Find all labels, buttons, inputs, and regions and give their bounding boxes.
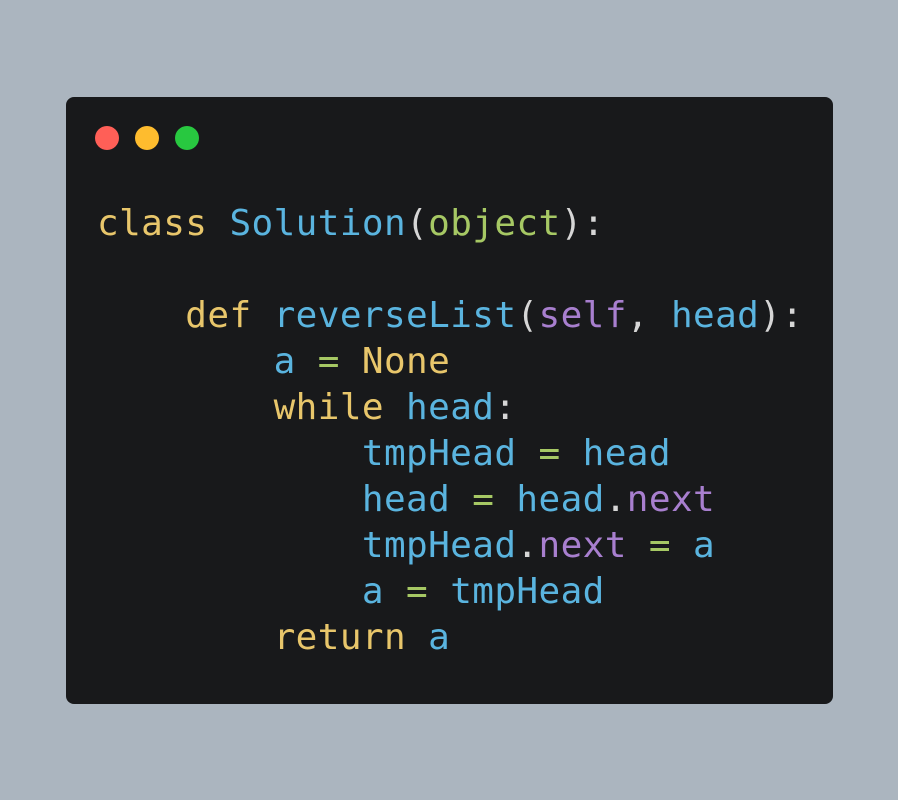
code-token-name: tmpHead [450,571,605,612]
code-line: class Solution(object): [97,201,803,247]
code-token-name: head [582,433,671,474]
code-token-punct: ): [560,203,605,244]
code-token-name: head [406,387,495,428]
code-line: head = head.next [97,477,803,523]
code-token-punct: , [626,295,671,336]
code-token-punct [340,341,362,382]
close-dot[interactable] [95,126,119,150]
code-token-name: a [693,525,716,566]
code-token-attr: next [626,479,716,520]
code-token-punct: ( [516,295,539,336]
code-token-self: self [538,295,627,336]
code-token-punct: . [604,479,627,520]
code-token-keyword: return [273,617,407,658]
code-token-punct: . [516,525,539,566]
code-token-punct [97,387,274,428]
code-token-punct: ): [759,295,804,336]
code-token-builtin: object [428,203,561,244]
code-line: while head: [97,385,803,431]
code-token-punct [207,203,229,244]
code-token-name: head [516,479,605,520]
code-token-punct [406,617,428,658]
code-token-punct [97,341,274,382]
code-window: class Solution(object): def reverseList(… [66,97,833,704]
code-token-punct [97,617,274,658]
code-token-operator: = [472,479,495,520]
code-token-name: tmpHead [361,433,517,474]
code-token-punct [627,525,649,566]
code-token-name: a [273,341,296,382]
code-token-name: head [670,295,760,336]
code-token-punct [97,433,362,474]
code-token-punct [384,571,406,612]
code-token-punct [296,341,318,382]
code-token-operator: = [317,341,340,382]
code-token-punct [494,479,516,520]
code-token-punct [97,525,362,566]
code-token-operator: = [538,433,561,474]
code-token-name: head [361,479,451,520]
code-token-name: tmpHead [361,525,517,566]
code-token-punct [97,479,362,520]
code-token-punct: ( [406,203,429,244]
code-token-punct [671,525,693,566]
code-token-operator: = [648,525,671,566]
code-token-name: a [361,571,384,612]
code-line: a = None [97,339,803,385]
code-token-attr: next [538,525,627,566]
code-token-name: Solution [229,203,407,244]
code-token-punct [384,387,406,428]
code-token-keyword: class [97,203,208,244]
code-token-keyword: while [273,387,384,428]
code-token-punct [97,571,362,612]
code-token-operator: = [406,571,429,612]
code-line: tmpHead.next = a [97,523,803,569]
code-line: def reverseList(self, head): [97,293,803,339]
maximize-dot[interactable] [175,126,199,150]
minimize-dot[interactable] [135,126,159,150]
code-token-keyword: def [185,295,252,336]
code-token-name: reverseList [273,295,517,336]
code-line: return a [97,615,803,661]
code-token-punct: : [494,387,517,428]
code-token-punct [252,295,274,336]
code-block: class Solution(object): def reverseList(… [97,201,803,661]
code-token-punct [428,571,450,612]
code-token-name: a [428,617,451,658]
code-token-keyword: None [361,341,451,382]
code-token-punct [516,433,538,474]
code-token-punct [450,479,472,520]
code-token-punct [561,433,583,474]
code-line: a = tmpHead [97,569,803,615]
code-token-punct [97,295,185,336]
code-line: tmpHead = head [97,431,803,477]
